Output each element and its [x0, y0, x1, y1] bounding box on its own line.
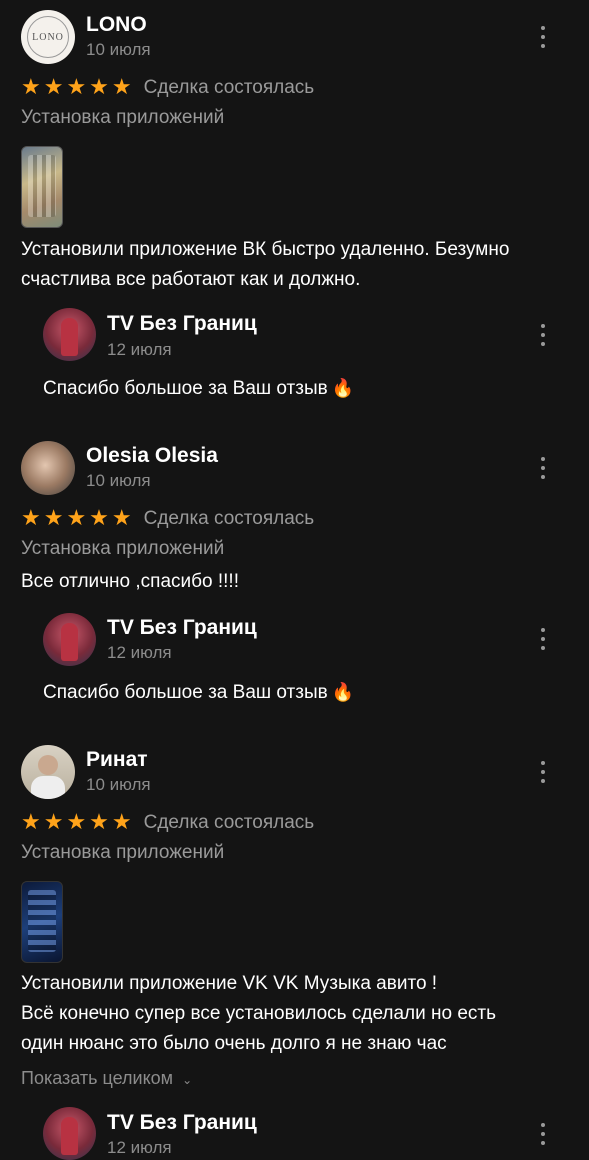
review-text: Установили приложение ВК быстро удаленно…	[21, 235, 581, 295]
reply-text-content: Спасибо большое за Ваш отзыв	[43, 682, 328, 703]
review-text-line: Все отлично ,спасибо !!!!	[21, 571, 239, 592]
chevron-down-icon: ⌄	[182, 1073, 193, 1087]
avatar-figure-icon	[61, 318, 78, 356]
review-item: Olesia Olesia 10 июля ★★★★★ Сделка состо…	[0, 430, 589, 730]
review-date: 10 июля	[86, 40, 151, 59]
author-name[interactable]: LONO	[86, 13, 147, 37]
rating-stars: ★★★★★	[21, 810, 135, 835]
avatar-logo-text: LONO	[32, 31, 64, 43]
reply-text: Спасибо большое за Ваш отзыв 🔥	[43, 378, 354, 400]
avatar-shirt-icon	[31, 776, 65, 799]
rating-stars: ★★★★★	[21, 506, 135, 531]
review-text-line: один нюанс это было очень долго я не зна…	[21, 1033, 447, 1054]
avatar-figure-icon	[61, 1117, 78, 1155]
reply-avatar[interactable]	[43, 308, 96, 361]
reply-avatar[interactable]	[43, 613, 96, 666]
avatar-person-icon	[38, 755, 58, 775]
review-text-line: Установили приложение VK VK Музыка авито…	[21, 973, 438, 994]
review-text-line: Установили приложение ВК быстро удаленно…	[21, 239, 510, 260]
rating-row: ★★★★★ Сделка состоялась	[21, 77, 314, 99]
avatar-figure-icon	[61, 623, 78, 661]
more-options-icon[interactable]	[538, 457, 548, 479]
reply-more-options-icon[interactable]	[538, 628, 548, 650]
reply-avatar[interactable]	[43, 1107, 96, 1160]
more-options-icon[interactable]	[538, 26, 548, 48]
rating-row: ★★★★★ Сделка состоялась	[21, 812, 314, 834]
deal-status: Сделка состоялась	[143, 812, 315, 833]
review-photo[interactable]	[21, 146, 63, 228]
review-text-line: счастлива все работают как и должно.	[21, 269, 361, 290]
avatar[interactable]	[21, 745, 75, 799]
avatar[interactable]	[21, 441, 75, 495]
service-category: Установка приложений	[21, 538, 225, 559]
service-category: Установка приложений	[21, 107, 225, 128]
reply-author-name[interactable]: TV Без Границ	[107, 616, 257, 640]
rating-stars: ★★★★★	[21, 75, 135, 100]
review-text: Установили приложение VK VK Музыка авито…	[21, 969, 581, 1059]
review-text: Все отлично ,спасибо !!!!	[21, 567, 581, 597]
review-text-line: Всё конечно супер все установилось сдела…	[21, 1003, 497, 1024]
author-name[interactable]: Ринат	[86, 748, 148, 772]
reply-date: 12 июля	[107, 340, 172, 359]
avatar[interactable]: LONO	[21, 10, 75, 64]
service-category: Установка приложений	[21, 842, 225, 863]
rating-row: ★★★★★ Сделка состоялась	[21, 508, 314, 530]
review-item: Ринат 10 июля ★★★★★ Сделка состоялась Ус…	[0, 735, 589, 1160]
fire-icon: 🔥	[331, 682, 355, 703]
show-more-label: Показать целиком	[21, 1068, 174, 1088]
reply-author-name[interactable]: TV Без Границ	[107, 1111, 257, 1135]
reply-author-name[interactable]: TV Без Границ	[107, 312, 257, 336]
author-name[interactable]: Olesia Olesia	[86, 444, 218, 468]
logo-icon: LONO	[27, 16, 69, 58]
reply-date: 12 июля	[107, 643, 172, 662]
reply-more-options-icon[interactable]	[538, 324, 548, 346]
phone-screenshot-icon	[28, 155, 56, 217]
reply-text-content: Спасибо большое за Ваш отзыв	[43, 378, 328, 399]
review-date: 10 июля	[86, 471, 151, 490]
review-photo[interactable]	[21, 881, 63, 963]
reply-text: Спасибо большое за Ваш отзыв 🔥	[43, 682, 354, 704]
review-date: 10 июля	[86, 775, 151, 794]
phone-screenshot-icon	[28, 890, 56, 952]
reply-more-options-icon[interactable]	[538, 1123, 548, 1145]
show-full-text-link[interactable]: Показать целиком ⌄	[21, 1068, 192, 1089]
reply-date: 12 июля	[107, 1138, 172, 1157]
deal-status: Сделка состоялась	[143, 77, 315, 98]
fire-icon: 🔥	[331, 378, 355, 399]
more-options-icon[interactable]	[538, 761, 548, 783]
review-item: LONO LONO 10 июля ★★★★★ Сделка состоялас…	[0, 0, 589, 420]
deal-status: Сделка состоялась	[143, 508, 315, 529]
